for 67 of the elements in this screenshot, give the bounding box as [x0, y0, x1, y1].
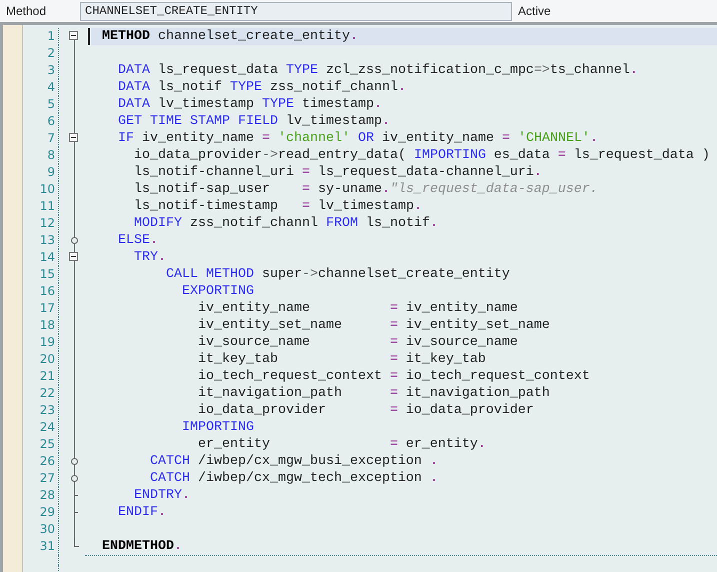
code-line: MODIFY zss_notif_channl FROM ls_notif.	[132, 216, 438, 231]
line-number: 8	[23, 147, 59, 164]
line-number: 2	[23, 45, 59, 62]
code-line: ENDTRY.	[132, 488, 190, 503]
code-line: io_tech_request_context = io_tech_request_context	[196, 369, 590, 384]
collapse-icon[interactable]	[69, 31, 78, 40]
line-number: 5	[23, 96, 59, 113]
line-number: 15	[23, 266, 59, 283]
status-text: Active	[518, 4, 551, 18]
code-line: TRY.	[132, 250, 166, 265]
line-number: 19	[23, 334, 59, 351]
line-number: 4	[23, 79, 59, 96]
collapse-icon[interactable]	[69, 133, 78, 142]
line-number: 23	[23, 402, 59, 419]
code-line: iv_entity_set_name = iv_entity_set_name	[196, 318, 550, 333]
line-number: 28	[23, 487, 59, 504]
code-line: ls_notif-sap_user = sy-uname."ls_request_data-sap_user.	[132, 182, 598, 197]
line-number: 26	[23, 453, 59, 470]
line-number: 31	[23, 538, 59, 555]
code-line: IF iv_entity_name = 'channel' OR iv_entity_name = 'CHANNEL'.	[116, 131, 598, 146]
line-number: 27	[23, 470, 59, 487]
line-number: 6	[23, 113, 59, 130]
line-number: 29	[23, 504, 59, 521]
text-cursor	[88, 28, 90, 45]
line-number: 22	[23, 385, 59, 402]
line-number: 11	[23, 198, 59, 215]
line-number: 7	[23, 130, 59, 147]
field-label: Method	[5, 4, 48, 18]
code-line: io_data_provider = io_data_provider	[196, 403, 534, 418]
line-number: 21	[23, 368, 59, 385]
line-number: 17	[23, 300, 59, 317]
line-number: 18	[23, 317, 59, 334]
code-line: it_key_tab = it_key_tab	[196, 352, 486, 367]
code-line: METHOD channelset_create_entity.	[102, 29, 358, 44]
line-number: 24	[23, 419, 59, 436]
line-number: 10	[23, 181, 59, 198]
code-line: ENDMETHOD.	[102, 539, 182, 554]
code-line: ENDIF.	[116, 505, 166, 520]
line-number: 13	[23, 232, 59, 249]
code-line: CATCH /iwbep/cx_mgw_tech_exception .	[148, 471, 438, 486]
code-line: DATA ls_notif TYPE zss_notif_channl.	[116, 80, 406, 95]
code-line: GET TIME STAMP FIELD lv_timestamp.	[116, 114, 390, 129]
line-number: 14	[23, 249, 59, 266]
code-line: ls_notif-timestamp = lv_timestamp.	[132, 199, 422, 214]
code-line: iv_source_name = iv_source_name	[196, 335, 518, 350]
code-line: CALL METHOD super->channelset_create_entity	[164, 267, 510, 282]
method-name-field[interactable]: CHANNELSET_CREATE_ENTITY	[80, 2, 512, 20]
line-number: 20	[23, 351, 59, 368]
line-number: 25	[23, 436, 59, 453]
code-line: IMPORTING	[180, 420, 254, 435]
line-number: 12	[23, 215, 59, 232]
code-line: ls_notif-channel_uri = ls_request_data-channel_uri.	[132, 165, 542, 180]
code-line: CATCH /iwbep/cx_mgw_busi_exception .	[148, 454, 438, 469]
code-line: EXPORTING	[180, 284, 254, 299]
line-number: 30	[23, 521, 59, 538]
code-line: DATA ls_request_data TYPE zcl_zss_notification_c_mpc=>ts_channel.	[116, 63, 638, 78]
line-number: 16	[23, 283, 59, 300]
code-line: ELSE.	[116, 233, 158, 248]
line-number: 9	[23, 164, 59, 181]
line-number: 3	[23, 62, 59, 79]
code-line: er_entity = er_entity.	[196, 437, 486, 452]
line-number: 1	[23, 28, 59, 45]
code-line: iv_entity_name = iv_entity_name	[196, 301, 518, 316]
code-line: DATA lv_timestamp TYPE timestamp.	[116, 97, 382, 112]
code-line: io_data_provider->read_entry_data( IMPORTING es_data = ls_request_data )	[132, 148, 710, 163]
code-line: it_navigation_path = it_navigation_path	[196, 386, 550, 401]
collapse-icon[interactable]	[69, 252, 78, 261]
